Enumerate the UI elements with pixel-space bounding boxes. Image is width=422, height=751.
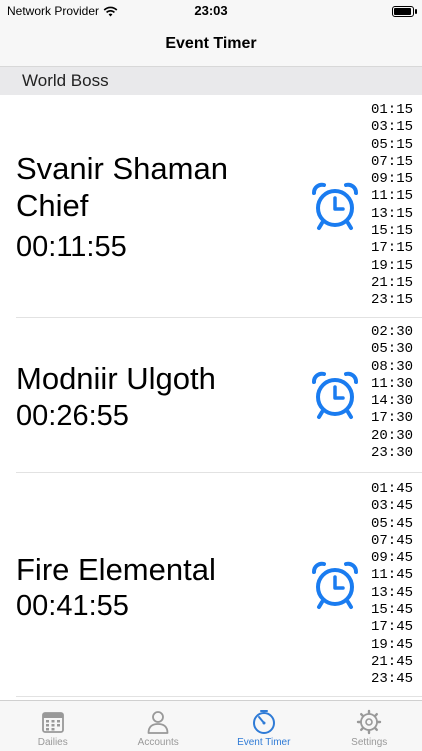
boss-countdown: 00:11:55 — [16, 230, 127, 264]
tab-dailies[interactable]: Dailies — [0, 701, 106, 751]
schedule-times: 02:30 05:30 08:30 11:30 14:30 17:30 20:3… — [371, 324, 413, 462]
tab-label: Dailies — [0, 737, 106, 748]
schedule-time: 23:15 — [371, 292, 413, 309]
tab-event-timer[interactable]: Event Timer — [211, 701, 317, 751]
schedule-time: 13:15 — [371, 206, 413, 223]
alarm-clock-icon[interactable] — [310, 370, 360, 420]
schedule-time: 17:15 — [371, 240, 413, 257]
tab-accounts[interactable]: Accounts — [106, 701, 212, 751]
tab-label: Event Timer — [211, 737, 317, 748]
navigation-bar: Event Timer — [0, 22, 422, 67]
schedule-time: 23:45 — [371, 671, 413, 688]
boss-list[interactable]: Svanir Shaman Chief 00:11:55 01:15 03:15… — [0, 95, 422, 700]
row-divider — [16, 696, 422, 697]
tab-label: Settings — [317, 737, 422, 748]
schedule-time: 07:45 — [371, 533, 413, 550]
list-item[interactable]: Modniir Ulgoth 00:26:55 02:30 05:30 08:3… — [0, 318, 422, 473]
schedule-time: 09:15 — [371, 171, 413, 188]
schedule-time: 13:45 — [371, 585, 413, 602]
schedule-time: 21:45 — [371, 654, 413, 671]
schedule-time: 08:30 — [371, 359, 413, 376]
schedule-time: 05:30 — [371, 341, 413, 358]
schedule-time: 23:30 — [371, 445, 413, 462]
boss-name: Fire Elemental — [16, 551, 306, 588]
list-item[interactable]: Svanir Shaman Chief 00:11:55 01:15 03:15… — [0, 95, 422, 318]
gear-icon — [356, 709, 382, 735]
schedule-time: 03:15 — [371, 119, 413, 136]
schedule-times: 01:45 03:45 05:45 07:45 09:45 11:45 13:4… — [371, 481, 413, 689]
schedule-time: 01:45 — [371, 481, 413, 498]
page-title: Event Timer — [165, 35, 256, 52]
schedule-time: 17:30 — [371, 410, 413, 427]
status-time: 23:03 — [0, 3, 422, 18]
boss-name: Svanir Shaman Chief — [16, 150, 306, 224]
schedule-time: 20:30 — [371, 428, 413, 445]
schedule-time: 21:15 — [371, 275, 413, 292]
schedule-time: 19:15 — [371, 258, 413, 275]
schedule-time: 11:15 — [371, 188, 413, 205]
boss-countdown: 00:26:55 — [16, 399, 129, 433]
alarm-clock-icon[interactable] — [310, 560, 360, 610]
schedule-time: 17:45 — [371, 619, 413, 636]
boss-name: Modniir Ulgoth — [16, 360, 306, 397]
schedule-time: 09:45 — [371, 550, 413, 567]
tab-label: Accounts — [106, 737, 212, 748]
person-icon — [145, 709, 171, 735]
schedule-times: 01:15 03:15 05:15 07:15 09:15 11:15 13:1… — [371, 102, 413, 310]
tab-settings[interactable]: Settings — [317, 701, 422, 751]
section-title: World Boss — [22, 71, 109, 90]
schedule-time: 05:15 — [371, 137, 413, 154]
schedule-time: 11:45 — [371, 567, 413, 584]
schedule-time: 02:30 — [371, 324, 413, 341]
calendar-icon — [40, 709, 66, 735]
schedule-time: 14:30 — [371, 393, 413, 410]
alarm-clock-icon[interactable] — [310, 181, 360, 231]
battery-icon — [392, 6, 414, 17]
stopwatch-icon — [251, 709, 277, 735]
schedule-time: 07:15 — [371, 154, 413, 171]
schedule-time: 15:45 — [371, 602, 413, 619]
schedule-time: 05:45 — [371, 516, 413, 533]
section-header: World Boss — [0, 67, 422, 95]
list-item[interactable]: Fire Elemental 00:41:55 01:45 03:45 05:4… — [0, 473, 422, 697]
schedule-time: 01:15 — [371, 102, 413, 119]
status-bar: Network Provider 23:03 — [0, 0, 422, 22]
schedule-time: 11:30 — [371, 376, 413, 393]
boss-countdown: 00:41:55 — [16, 589, 129, 623]
tab-bar: Dailies Accounts Event Timer Settings — [0, 700, 422, 751]
schedule-time: 03:45 — [371, 498, 413, 515]
schedule-time: 15:15 — [371, 223, 413, 240]
schedule-time: 19:45 — [371, 637, 413, 654]
